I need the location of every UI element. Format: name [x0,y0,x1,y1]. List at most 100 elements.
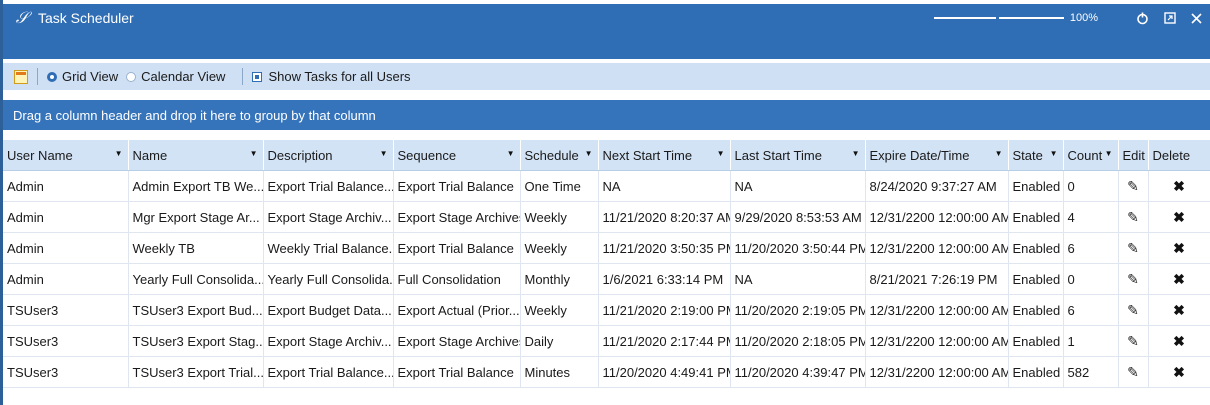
column-header-label: Name [132,147,168,163]
zoom-control[interactable]: 100% [933,4,1098,31]
delete-x-icon[interactable]: ✖ [1173,240,1185,257]
column-header-last-start-time[interactable]: Last Start Time ▼ [730,140,866,171]
cell-count: 582 [1063,356,1119,388]
pencil-icon[interactable]: ✎ [1127,240,1139,257]
column-header-next-start-time[interactable]: Next Start Time ▼ [598,140,731,171]
cell-schedule: Monthly [520,263,599,295]
delete-x-icon[interactable]: ✖ [1173,209,1185,226]
delete-x-icon[interactable]: ✖ [1173,364,1185,381]
toolbar-divider [37,68,38,85]
filter-icon[interactable]: ▼ [115,149,123,158]
cell-name: Mgr Export Stage Ar... [128,201,264,233]
column-header-description[interactable]: Description ▼ [263,140,394,171]
calendar-view-radio[interactable]: Calendar View [126,69,225,84]
zoom-slider-thumb[interactable] [995,12,999,23]
column-header-name[interactable]: Name ▼ [128,140,264,171]
cell-count: 6 [1063,294,1119,326]
pencil-icon[interactable]: ✎ [1127,178,1139,195]
column-header-state[interactable]: State ▼ [1008,140,1064,171]
cell-description: Export Trial Balance... [263,356,394,388]
table-row[interactable]: Admin Admin Export TB We... Export Trial B… [3,170,1210,202]
cell-description: Weekly Trial Balance... [263,232,394,264]
show-all-users-check-box[interactable] [252,71,263,82]
delete-x-icon[interactable]: ✖ [1173,178,1185,195]
table-row[interactable]: TSUser3 TSUser3 Export Bud... Export Budge… [3,294,1210,326]
delete-x-icon[interactable]: ✖ [1173,302,1185,319]
cell-sequence: Full Consolidation [393,263,521,295]
cell-next-start-time: 11/21/2020 8:20:37 AM [598,201,731,233]
filter-icon[interactable]: ▼ [250,149,258,158]
table-row[interactable]: TSUser3 TSUser3 Export Trial... Export Tri… [3,356,1210,388]
cell-next-start-time: 11/20/2020 4:49:41 PM [598,356,731,388]
filter-icon[interactable]: ▼ [717,149,725,158]
restore-icon[interactable] [1160,8,1180,28]
show-all-users-checkbox[interactable]: Show Tasks for all Users [252,69,411,84]
cell-name: TSUser3 Export Bud... [128,294,264,326]
cell-edit: ✎ [1118,294,1149,326]
cell-count: 1 [1063,325,1119,357]
column-header-edit[interactable]: Edit [1118,140,1149,171]
calendar-view-radio-dot[interactable] [126,71,137,82]
grid-view-radio-dot[interactable] [47,71,57,82]
table-row[interactable]: Admin Weekly TB Weekly Trial Balance... Exp… [3,232,1210,264]
filter-icon[interactable]: ▼ [1105,149,1113,158]
pencil-icon[interactable]: ✎ [1127,364,1139,381]
zoom-label: 100% [1069,11,1098,24]
filter-icon[interactable]: ▼ [1050,149,1058,158]
column-header-schedule[interactable]: Schedule ▼ [520,140,599,171]
cell-user-name: Admin [3,170,129,202]
close-icon[interactable] [1186,8,1206,28]
group-by-panel[interactable]: Drag a column header and drop it here to… [3,100,1210,130]
delete-x-icon[interactable]: ✖ [1173,271,1185,288]
pencil-icon[interactable]: ✎ [1127,271,1139,288]
column-header-sequence[interactable]: Sequence ▼ [393,140,521,171]
cell-count: 6 [1063,232,1119,264]
cell-last-start-time: 11/20/2020 2:18:05 PM [730,325,866,357]
cell-state: Enabled [1008,201,1064,233]
filter-icon[interactable]: ▼ [380,149,388,158]
pencil-icon[interactable]: ✎ [1127,209,1139,226]
cell-expire-date-time: 8/24/2020 9:37:27 AM [865,170,1009,202]
column-header-label: Schedule [524,147,579,163]
column-header-user-name[interactable]: User Name ▼ [3,140,129,171]
filter-icon[interactable]: ▼ [995,149,1003,158]
column-header-label: Delete [1152,147,1191,163]
grid-view-radio[interactable]: Grid View [47,69,118,84]
table-row[interactable]: Admin Yearly Full Consolida... Yearly Full… [3,263,1210,295]
cell-name: TSUser3 Export Stag... [128,325,264,357]
pencil-icon[interactable]: ✎ [1127,302,1139,319]
refresh-icon[interactable] [1132,8,1152,28]
toolbar-divider-2 [242,68,244,85]
cell-schedule: Daily [520,325,599,357]
group-by-hint: Drag a column header and drop it here to… [13,107,376,123]
cell-delete: ✖ [1148,263,1210,295]
cell-state: Enabled [1008,325,1064,357]
cell-user-name: Admin [3,201,129,233]
pencil-icon[interactable]: ✎ [1127,333,1139,350]
column-header-label: Count [1067,147,1103,163]
cell-sequence: Export Trial Balance [393,356,521,388]
table-row[interactable]: Admin Mgr Export Stage Ar... Export Stage … [3,201,1210,233]
cell-last-start-time: NA [730,170,866,202]
cell-schedule: Weekly [520,294,599,326]
title-bar: 𝒮 Task Scheduler 100% [3,4,1210,59]
cell-count: 4 [1063,201,1119,233]
filter-icon[interactable]: ▼ [852,149,860,158]
filter-icon[interactable]: ▼ [585,149,593,158]
cell-delete: ✖ [1148,325,1210,357]
cell-expire-date-time: 12/31/2200 12:00:00 AM [865,294,1009,326]
column-header-delete[interactable]: Delete [1148,140,1210,171]
cell-delete: ✖ [1148,232,1210,264]
calendar-icon[interactable] [14,69,28,84]
column-header-label: Last Start Time [734,147,822,163]
filter-icon[interactable]: ▼ [507,149,515,158]
zoom-slider[interactable] [933,12,1064,23]
column-header-count[interactable]: Count ▼ [1063,140,1119,171]
column-header-expire-date-time[interactable]: Expire Date/Time ▼ [865,140,1009,171]
cell-edit: ✎ [1118,201,1149,233]
cell-description: Export Stage Archiv... [263,201,394,233]
cell-state: Enabled [1008,263,1064,295]
cell-state: Enabled [1008,232,1064,264]
delete-x-icon[interactable]: ✖ [1173,333,1185,350]
table-row[interactable]: TSUser3 TSUser3 Export Stag... Export Stag… [3,325,1210,357]
